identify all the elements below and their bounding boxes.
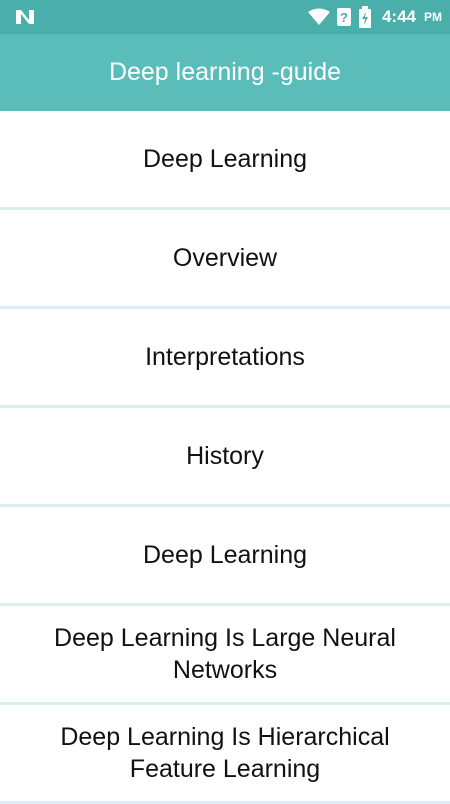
app-bar: Deep learning -guide bbox=[0, 34, 450, 111]
battery-icon bbox=[358, 6, 371, 28]
list-item-large-neural-networks[interactable]: Deep Learning Is Large Neural Networks bbox=[0, 606, 450, 705]
wifi-icon bbox=[307, 8, 330, 25]
topic-list: Deep Learning Overview Interpretations H… bbox=[0, 111, 450, 804]
list-item-label: Deep Learning bbox=[142, 145, 307, 173]
status-icons: ? 4:44 PM bbox=[307, 0, 442, 34]
list-item-label: Deep Learning bbox=[142, 541, 307, 569]
list-item-label: Overview bbox=[172, 244, 278, 272]
signal-icon: ? bbox=[336, 8, 351, 26]
list-item-deep-learning-2[interactable]: Deep Learning bbox=[0, 507, 450, 606]
svg-text:?: ? bbox=[340, 10, 348, 25]
list-item-label: Deep Learning Is Hierarchical Feature Le… bbox=[60, 723, 390, 783]
app-title: Deep learning -guide bbox=[108, 58, 342, 86]
list-item-hierarchical-feature-learning[interactable]: Deep Learning Is Hierarchical Feature Le… bbox=[0, 705, 450, 804]
list-item-label: Interpretations bbox=[145, 343, 305, 371]
list-item-deep-learning[interactable]: Deep Learning bbox=[0, 111, 450, 210]
list-item-label: History bbox=[186, 442, 264, 470]
list-item-label: Deep Learning Is Large Neural Networks bbox=[54, 624, 396, 684]
list-item-history[interactable]: History bbox=[0, 408, 450, 507]
list-item-interpretations[interactable]: Interpretations bbox=[0, 309, 450, 408]
status-bar: ? 4:44 PM bbox=[0, 0, 450, 34]
list-item-overview[interactable]: Overview bbox=[0, 210, 450, 309]
clock-time: 4:44 bbox=[381, 7, 416, 26]
n-logo-icon bbox=[16, 10, 34, 24]
clock-ampm: PM bbox=[424, 10, 442, 24]
